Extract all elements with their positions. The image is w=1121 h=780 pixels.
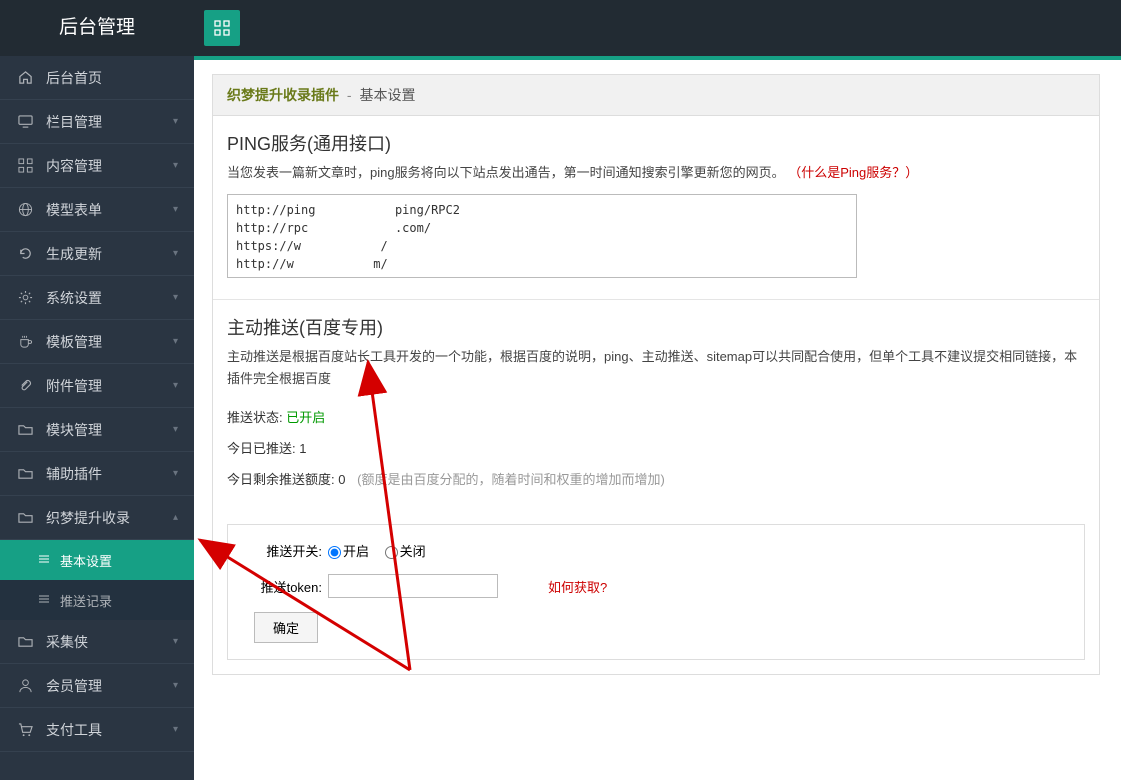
sidebar-item-9[interactable]: 辅助插件▾ <box>0 452 194 496</box>
push-section: 主动推送(百度专用) 主动推送是根据百度站长工具开发的一个功能，根据百度的说明，… <box>213 300 1099 510</box>
home-icon <box>16 70 34 85</box>
settings-panel: 织梦提升收录插件 - 基本设置 PING服务(通用接口) 当您发表一篇新文章时，… <box>212 74 1100 675</box>
cup-icon <box>16 334 34 349</box>
sidebar-item-label: 内容管理 <box>46 156 173 176</box>
sidebar-item-label: 支付工具 <box>46 720 173 740</box>
sidebar-item-label: 采集侠 <box>46 632 173 652</box>
sidebar-item-3[interactable]: 模型表单▾ <box>0 188 194 232</box>
folder-icon <box>16 466 34 481</box>
chevron-icon: ▾ <box>173 724 178 735</box>
switch-row: 推送开关: 开启 关闭 <box>242 541 1070 560</box>
sidebar-item-1[interactable]: 栏目管理▾ <box>0 100 194 144</box>
cart-icon <box>16 722 34 737</box>
user-icon <box>16 678 34 693</box>
sidebar-item-label: 模型表单 <box>46 200 173 220</box>
sidebar-item-6[interactable]: 模板管理▾ <box>0 320 194 364</box>
token-label: 推送token: <box>242 577 322 596</box>
ping-section: PING服务(通用接口) 当您发表一篇新文章时，ping服务将向以下站点发出通告… <box>213 116 1099 300</box>
sidebar-item-label: 后台首页 <box>46 68 178 88</box>
chevron-icon: ▾ <box>173 468 178 479</box>
sidebar-item-label: 生成更新 <box>46 244 173 264</box>
sidebar-item-10[interactable]: 织梦提升收录▴ <box>0 496 194 540</box>
chevron-icon: ▾ <box>173 160 178 171</box>
gear-icon <box>16 290 34 305</box>
panel-header: 织梦提升收录插件 - 基本设置 <box>213 75 1099 116</box>
lines-icon <box>38 553 50 568</box>
submit-button[interactable]: 确定 <box>254 612 318 643</box>
sidebar-item-8[interactable]: 模块管理▾ <box>0 408 194 452</box>
sidebar-item-label: 系统设置 <box>46 288 173 308</box>
push-quota-value: 0 <box>338 472 345 487</box>
ping-help-link[interactable]: （什么是Ping服务？） <box>788 165 918 180</box>
folder-icon <box>16 510 34 525</box>
sidebar: 后台首页栏目管理▾内容管理▾模型表单▾生成更新▾系统设置▾模板管理▾附件管理▾模… <box>0 56 194 780</box>
how-get-link[interactable]: 如何获取? <box>548 577 607 596</box>
chevron-icon: ▾ <box>173 424 178 435</box>
push-quota-note: (额度是由百度分配的，随着时间和权重的增加而增加) <box>357 472 665 487</box>
app-title: 后台管理 <box>0 0 194 56</box>
sidebar-subitem-0[interactable]: 基本设置 <box>0 540 194 580</box>
sidebar-item-label: 模块管理 <box>46 420 173 440</box>
panel-subtitle: 基本设置 <box>359 87 415 103</box>
sidebar-item-label: 织梦提升收录 <box>46 508 173 528</box>
sidebar-item-5[interactable]: 系统设置▾ <box>0 276 194 320</box>
push-title: 主动推送(百度专用) <box>227 314 1085 340</box>
push-quota-row: 今日剩余推送额度: 0 (额度是由百度分配的，随着时间和权重的增加而增加) <box>227 468 1085 493</box>
sidebar-item-label: 附件管理 <box>46 376 173 396</box>
grid-icon <box>214 20 230 36</box>
globe-icon <box>16 202 34 217</box>
sidebar-item-4[interactable]: 生成更新▾ <box>0 232 194 276</box>
sidebar-item-2[interactable]: 内容管理▾ <box>0 144 194 188</box>
sidebar-subitem-label: 基本设置 <box>60 551 112 570</box>
sidebar-subitem-1[interactable]: 推送记录 <box>0 580 194 620</box>
push-today-value: 1 <box>299 441 306 456</box>
push-status-value: 已开启 <box>286 410 325 425</box>
sidebar-item-11[interactable]: 采集侠▾ <box>0 620 194 664</box>
sidebar-item-label: 模板管理 <box>46 332 173 352</box>
push-today-row: 今日已推送: 1 <box>227 437 1085 462</box>
token-input[interactable] <box>328 574 498 598</box>
ping-urls-textarea[interactable] <box>227 194 857 278</box>
switch-off-option[interactable]: 关闭 <box>385 544 426 559</box>
chevron-icon: ▾ <box>173 204 178 215</box>
chevron-icon: ▾ <box>173 248 178 259</box>
sidebar-item-label: 栏目管理 <box>46 112 173 132</box>
chevron-icon: ▾ <box>173 636 178 647</box>
grid-icon <box>16 158 34 173</box>
sidebar-item-13[interactable]: 支付工具▾ <box>0 708 194 752</box>
folder-icon <box>16 422 34 437</box>
sidebar-item-label: 会员管理 <box>46 676 173 696</box>
folder-icon <box>16 634 34 649</box>
sidebar-subitem-label: 推送记录 <box>60 591 112 610</box>
main-content: 织梦提升收录插件 - 基本设置 PING服务(通用接口) 当您发表一篇新文章时，… <box>194 56 1121 780</box>
ping-desc: 当您发表一篇新文章时，ping服务将向以下站点发出通告，第一时间通知搜索引擎更新… <box>227 162 1085 184</box>
header-bar: 后台管理 <box>0 0 1121 56</box>
plugin-name: 织梦提升收录插件 <box>227 87 339 103</box>
push-desc: 主动推送是根据百度站长工具开发的一个功能，根据百度的说明，ping、主动推送、s… <box>227 346 1085 390</box>
separator: - <box>347 87 352 103</box>
chevron-icon: ▴ <box>173 512 178 523</box>
sidebar-item-7[interactable]: 附件管理▾ <box>0 364 194 408</box>
token-row: 推送token: 如何获取? <box>242 574 1070 598</box>
switch-on-option[interactable]: 开启 <box>328 544 369 559</box>
monitor-icon <box>16 114 34 129</box>
chevron-icon: ▾ <box>173 380 178 391</box>
push-status-row: 推送状态: 已开启 <box>227 406 1085 431</box>
sidebar-item-12[interactable]: 会员管理▾ <box>0 664 194 708</box>
ping-title: PING服务(通用接口) <box>227 130 1085 156</box>
chevron-icon: ▾ <box>173 292 178 303</box>
chevron-icon: ▾ <box>173 336 178 347</box>
switch-off-radio[interactable] <box>385 546 398 559</box>
chevron-icon: ▾ <box>173 116 178 127</box>
sidebar-item-label: 辅助插件 <box>46 464 173 484</box>
switch-on-radio[interactable] <box>328 546 341 559</box>
sidebar-item-0[interactable]: 后台首页 <box>0 56 194 100</box>
clip-icon <box>16 378 34 393</box>
refresh-icon <box>16 246 34 261</box>
push-form: 推送开关: 开启 关闭 推送token: 如何获取? 确定 <box>227 524 1085 660</box>
dashboard-grid-button[interactable] <box>204 10 240 46</box>
switch-label: 推送开关: <box>242 541 322 560</box>
lines-icon <box>38 593 50 608</box>
chevron-icon: ▾ <box>173 680 178 691</box>
